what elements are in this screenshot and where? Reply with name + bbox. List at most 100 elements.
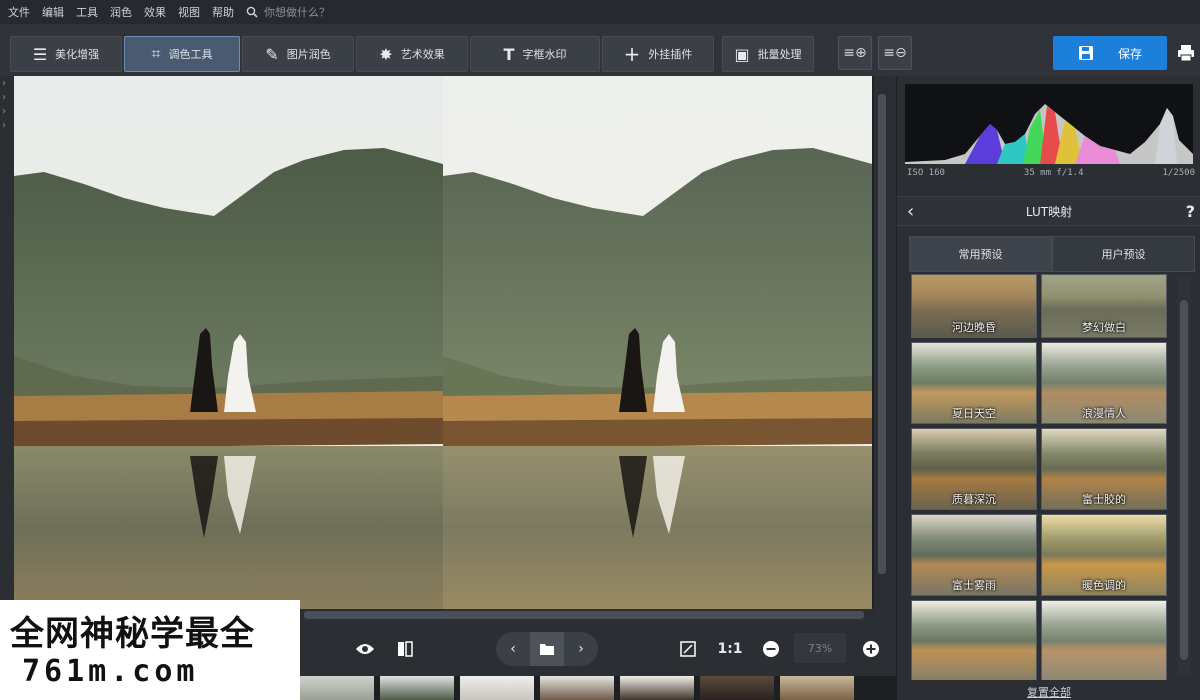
reset-all-link[interactable]: 复置全部 [897,684,1200,700]
filter-add-icon: ≡⊕ [843,45,867,61]
film-thumbnail[interactable] [300,676,374,700]
tool-art-effects-button[interactable]: ✸ 艺术效果 [356,36,468,72]
compare-button[interactable] [390,634,420,664]
tab-user-presets[interactable]: 用户预设 [1052,236,1195,272]
previous-image-button[interactable]: ‹ [500,634,526,664]
scroll-thumb[interactable] [878,94,886,574]
search-box[interactable]: 你想做什么？ [246,4,330,20]
film-thumbnail[interactable] [620,676,694,700]
printer-icon [1178,45,1194,62]
next-image-button[interactable]: › [568,634,594,664]
tool-color-adjust-button[interactable]: ⌗ 调色工具 [124,36,240,72]
preset-label: 质暮深沉 [952,493,996,506]
tool-label: 外挂插件 [648,48,693,61]
tool-retouch-button[interactable]: ✎ 图片润色 [242,36,354,72]
preset-thumbnail[interactable]: 富士雾雨 [911,514,1037,596]
panel-title: LUT映射 [1025,204,1073,219]
chevron-right-icon[interactable]: › [2,92,6,103]
preset-thumbnail[interactable]: 浪漫情人 [1041,342,1167,424]
filmstrip [300,676,896,700]
back-arrow-icon[interactable]: ‹ [907,201,914,222]
menu-effects[interactable]: 效果 [144,4,166,20]
preset-thumbnail[interactable]: 河边晚昏 [911,274,1037,338]
menu-file[interactable]: 文件 [8,4,30,20]
preset-label: 富士胶的 [1082,493,1126,506]
tool-label: 字框水印 [522,48,567,61]
tab-common-presets[interactable]: 常用预设 [909,236,1052,272]
preset-label: 梦幻做白 [1082,321,1126,334]
plus-icon: + [623,42,641,66]
watermark-line2: 761m.com [22,654,199,689]
film-thumbnail[interactable] [540,676,614,700]
preset-thumbnail[interactable] [911,600,1037,680]
tool-batch-button[interactable]: ▣ 批量处理 [722,36,814,72]
menu-bar: 文件 编辑 工具 润色 效果 视图 帮助 你想做什么？ [0,0,1200,24]
export-preset-button[interactable]: ≡⊖ [878,36,912,70]
tool-plugins-button[interactable]: + 外挂插件 [602,36,714,72]
image-canvas[interactable] [14,76,874,609]
zoom-out-button[interactable] [758,634,784,664]
preset-thumbnail[interactable]: 梦幻做白 [1041,274,1167,338]
preset-label: 暖色调的 [1082,579,1126,592]
tool-label: 美化增强 [55,48,100,61]
tool-label: 艺术效果 [400,48,445,61]
menu-help[interactable]: 帮助 [212,4,234,20]
folder-icon [540,644,554,655]
right-panel: ISO 160 35 mm f/1.4 1/2500 ‹ LUT映射 ? 常用预… [896,76,1200,700]
compare-icon [398,641,413,657]
preset-thumbnail[interactable]: 夏日天空 [911,342,1037,424]
preset-scrollbar[interactable] [1177,276,1191,676]
chevron-right-icon[interactable]: › [2,78,6,89]
zoom-in-button[interactable] [858,634,884,664]
tool-label: 批量处理 [757,48,802,61]
print-button[interactable] [1172,36,1200,70]
tool-beautify-button[interactable]: ☰ 美化增强 [10,36,122,72]
plus-circle-icon [863,641,879,657]
tool-watermark-button[interactable]: T 字框水印 [470,36,600,72]
search-icon [246,6,258,18]
fit-screen-icon [680,641,696,657]
photo-after [443,76,872,609]
preview-toggle-button[interactable] [350,634,380,664]
zoom-level-field[interactable]: 73% [794,633,846,663]
preset-label: 浪漫情人 [1082,407,1126,420]
chevron-right-icon: › [578,641,584,657]
tool-label: 图片润色 [286,48,331,61]
scroll-thumb[interactable] [1180,300,1188,660]
preset-thumbnail[interactable] [1041,600,1167,680]
film-thumbnail[interactable] [780,676,854,700]
left-side-collapse[interactable]: › › › › [0,76,12,606]
film-thumbnail[interactable] [380,676,454,700]
preset-label: 富士雾雨 [952,579,996,592]
chevron-right-icon[interactable]: › [2,120,6,131]
preset-label: 河边晚昏 [952,321,996,334]
open-folder-button[interactable] [530,632,564,666]
zoom-1to1-button[interactable]: 1:1 [714,634,746,664]
search-placeholder: 你想做什么？ [264,6,330,19]
preset-thumbnail[interactable]: 富士胶的 [1041,428,1167,510]
preset-thumbnail[interactable]: 质暮深沉 [911,428,1037,510]
menu-edit[interactable]: 编辑 [42,4,64,20]
help-icon[interactable]: ? [1186,202,1195,221]
film-thumbnail[interactable] [700,676,774,700]
menu-view[interactable]: 视图 [178,4,200,20]
filter-download-icon: ≡⊖ [883,45,907,61]
exif-shutter: 1/2500 [1162,168,1195,178]
preset-label: 夏日天空 [952,407,996,420]
preset-tabs: 常用预设 用户预设 [909,236,1195,272]
film-thumbnail[interactable] [460,676,534,700]
chevron-left-icon: ‹ [510,641,516,657]
menu-tools[interactable]: 工具 [76,4,98,20]
canvas-vertical-scrollbar[interactable] [876,76,888,609]
menu-retouch[interactable]: 润色 [110,4,132,20]
fit-to-screen-button[interactable] [674,634,702,664]
lut-panel-header: ‹ LUT映射 ? [897,196,1200,226]
import-preset-button[interactable]: ≡⊕ [838,36,872,70]
minus-circle-icon [763,641,779,657]
save-label: 保存 [1117,46,1142,61]
preset-thumbnail[interactable]: 暖色调的 [1041,514,1167,596]
scroll-thumb[interactable] [304,611,864,619]
save-button[interactable]: 保存 [1053,36,1167,70]
histogram [905,84,1193,164]
chevron-right-icon[interactable]: › [2,106,6,117]
